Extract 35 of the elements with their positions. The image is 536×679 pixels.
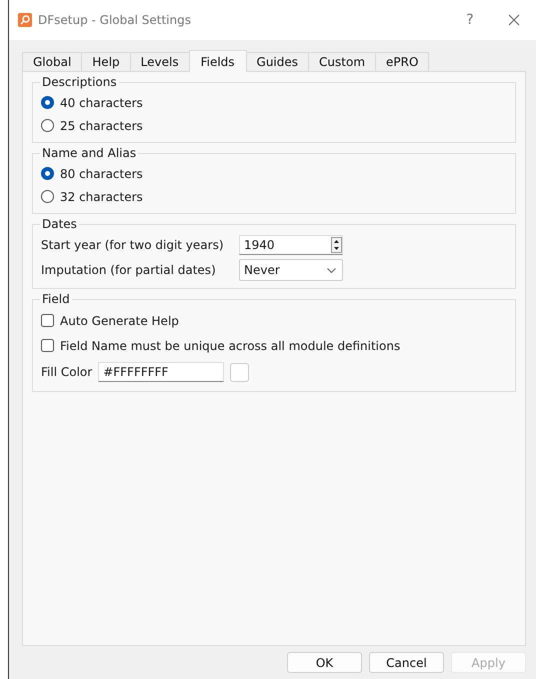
- radio-label: 40 characters: [60, 96, 143, 110]
- radio-button[interactable]: [41, 96, 54, 109]
- dropdown[interactable]: Never: [239, 259, 343, 281]
- tab[interactable]: ePRO: [375, 52, 430, 71]
- color-input[interactable]: #FFFFFFFF: [98, 362, 224, 382]
- spin-box[interactable]: 1940: [239, 235, 343, 255]
- group-title: Name and Alias: [40, 146, 138, 160]
- tab[interactable]: Global: [22, 52, 82, 71]
- tab[interactable]: Help: [81, 52, 131, 71]
- group-title: Field: [40, 292, 72, 306]
- spin-arrows-icon[interactable]: [331, 237, 342, 253]
- tab[interactable]: Fields: [188, 50, 247, 72]
- app-icon: [18, 13, 32, 27]
- radio-label: 32 characters: [60, 190, 143, 204]
- group-title: Descriptions: [40, 75, 119, 89]
- chevron-down-icon: [327, 268, 336, 272]
- radio-label: 25 characters: [60, 118, 143, 132]
- checkbox-label: Field Name must be unique across all module definitions: [60, 338, 400, 352]
- dialog-button[interactable]: OK: [287, 652, 362, 673]
- radio-button[interactable]: [41, 190, 54, 203]
- checkbox[interactable]: [41, 314, 54, 327]
- radio-button[interactable]: [41, 119, 54, 132]
- radio-button[interactable]: [41, 167, 54, 180]
- group-title: Dates: [40, 217, 79, 231]
- field-label: Start year (for two digit years): [41, 238, 225, 252]
- dialog-button[interactable]: Cancel: [369, 652, 444, 673]
- field-label: Imputation (for partial dates): [41, 263, 217, 277]
- close-icon[interactable]: [508, 14, 520, 26]
- checkbox[interactable]: [41, 339, 54, 352]
- window-title: DFsetup - Global Settings: [38, 13, 192, 27]
- radio-label: 80 characters: [60, 166, 143, 180]
- help-button[interactable]: ?: [452, 12, 488, 28]
- checkbox-label: Auto Generate Help: [60, 314, 179, 328]
- field-label: Fill Color: [41, 365, 92, 379]
- color-swatch[interactable]: [230, 362, 250, 382]
